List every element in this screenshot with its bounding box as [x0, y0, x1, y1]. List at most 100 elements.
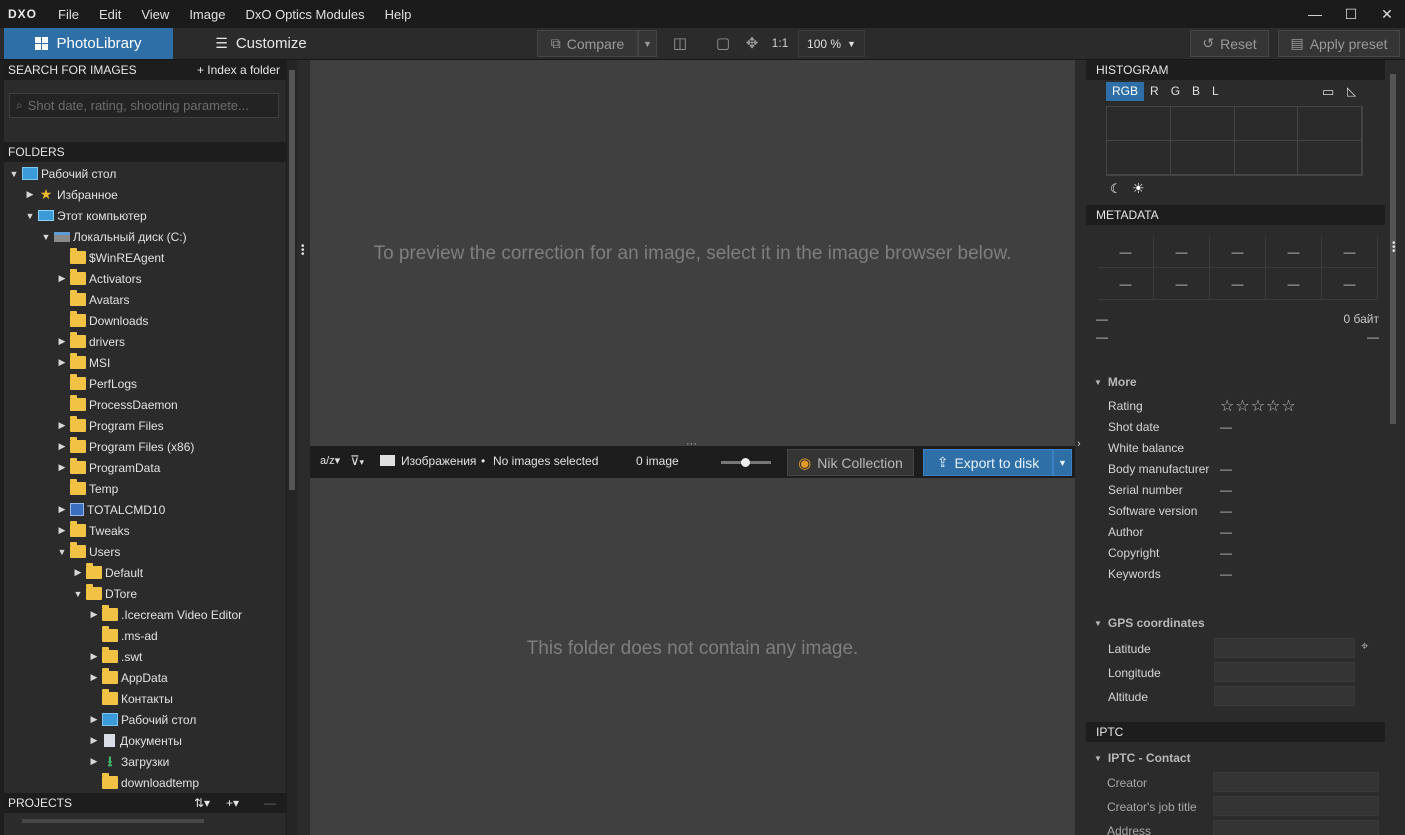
expand-arrow-icon[interactable]: ▼ — [8, 169, 20, 179]
menu-view[interactable]: View — [131, 0, 179, 28]
collapse-arrow-icon[interactable]: ▶ — [72, 567, 84, 578]
collapse-arrow-icon[interactable]: ▶ — [56, 336, 68, 347]
collapse-arrow-icon[interactable]: ▶ — [56, 273, 68, 284]
rating-stars[interactable]: ☆☆☆☆☆ — [1220, 396, 1297, 416]
move-icon[interactable]: ✥ — [741, 32, 763, 54]
collapse-arrow-icon[interactable]: ▶ — [88, 756, 100, 767]
compare-dropdown-button[interactable]: ▼ — [638, 30, 657, 57]
minimize-button[interactable]: — — [1297, 0, 1333, 28]
reset-button[interactable]: ↺ Reset — [1190, 30, 1269, 57]
address-field[interactable] — [1213, 820, 1379, 835]
hist-tab-g[interactable]: G — [1165, 82, 1186, 101]
folder-tree-scrollbar[interactable] — [287, 60, 297, 835]
hist-tab-rgb[interactable]: RGB — [1106, 82, 1145, 101]
collapse-arrow-icon[interactable]: ▶ — [56, 504, 68, 515]
tree-item[interactable]: ▶ Default — [4, 562, 286, 583]
horizontal-scrollbar[interactable] — [4, 813, 286, 829]
expand-arrow-icon[interactable]: ▼ — [72, 589, 84, 599]
tree-item[interactable]: ▶ Документы — [4, 730, 286, 751]
projects-add-button[interactable]: +▾ — [226, 793, 239, 813]
altitude-field[interactable] — [1214, 686, 1355, 706]
expand-arrow-icon[interactable]: ▼ — [24, 211, 36, 221]
slider-handle[interactable] — [741, 458, 750, 467]
collapse-arrow-icon[interactable]: ▶ — [56, 525, 68, 536]
tree-item[interactable]: downloadtemp — [4, 772, 286, 791]
longitude-field[interactable] — [1214, 662, 1355, 682]
expand-arrow-icon[interactable]: ▼ — [40, 232, 52, 242]
collapse-arrow-icon[interactable]: ▶ — [88, 735, 100, 746]
folder-tree[interactable]: ▼ Рабочий стол ▶ ★ Избранное ▼ Этот компьютер ▼… — [4, 163, 286, 791]
tree-item[interactable]: ▶ Program Files — [4, 415, 286, 436]
creator-field[interactable] — [1213, 772, 1379, 792]
image-browser[interactable]: This folder does not contain any image. — [310, 478, 1075, 835]
search-input[interactable]: ⌕ Shot date, rating, shooting paramete..… — [9, 93, 279, 118]
filter-button[interactable]: ⊽▾ — [350, 453, 364, 469]
hist-tab-r[interactable]: R — [1144, 82, 1165, 101]
tree-item[interactable]: .ms-ad — [4, 625, 286, 646]
tree-item[interactable]: ▶ .swt — [4, 646, 286, 667]
export-dropdown-button[interactable]: ▼ — [1053, 449, 1072, 476]
tree-item[interactable]: ▶ ★ Избранное — [4, 184, 286, 205]
projects-remove-button[interactable]: — — [264, 793, 276, 813]
tree-item[interactable]: ▶ TOTALCMD10 — [4, 499, 286, 520]
tree-item[interactable]: ▶ Tweaks — [4, 520, 286, 541]
tree-item[interactable]: ▼ DTore — [4, 583, 286, 604]
gps-section-toggle[interactable]: ▼ GPS coordinates — [1094, 616, 1205, 630]
export-to-disk-button[interactable]: ⇪ Export to disk — [923, 449, 1053, 476]
menu-file[interactable]: File — [48, 0, 89, 28]
tree-item[interactable]: ▶ AppData — [4, 667, 286, 688]
image-viewer[interactable]: To preview the correction for an image, … — [310, 60, 1075, 446]
collapse-arrow-icon[interactable]: ▶ — [56, 420, 68, 431]
split-view-icon[interactable]: ◫ — [669, 32, 691, 54]
tab-photolibrary[interactable]: PhotoLibrary — [4, 28, 173, 59]
tree-item[interactable]: ▶ MSI — [4, 352, 286, 373]
hist-tab-l[interactable]: L — [1206, 82, 1225, 101]
nik-collection-button[interactable]: ◉ Nik Collection — [787, 449, 914, 476]
tree-item[interactable]: ▼ Локальный диск (C:) — [4, 226, 286, 247]
tree-item[interactable]: ▶ Рабочий стол — [4, 709, 286, 730]
map-pin-icon[interactable]: ⌖ — [1361, 638, 1368, 654]
creator-job-title-field[interactable] — [1213, 796, 1379, 816]
menu-optics-modules[interactable]: DxO Optics Modules — [235, 0, 374, 28]
tree-item[interactable]: Temp — [4, 478, 286, 499]
close-button[interactable]: ✕ — [1369, 0, 1405, 28]
tree-item[interactable]: ▶ Program Files (x86) — [4, 436, 286, 457]
collapse-right-panel-icon[interactable]: › — [1077, 438, 1081, 450]
collapse-arrow-icon[interactable]: ▶ — [56, 462, 68, 473]
tree-item[interactable]: Контакты — [4, 688, 286, 709]
menu-help[interactable]: Help — [375, 0, 422, 28]
highlight-clipping-icon[interactable]: ☀ — [1132, 180, 1145, 197]
tree-item[interactable]: $WinREAgent — [4, 247, 286, 268]
zoom-1to1-button[interactable]: 1:1 — [768, 32, 792, 54]
monitor-icon[interactable]: ▭ — [1322, 84, 1334, 100]
collapse-arrow-icon[interactable]: ▶ — [88, 609, 100, 620]
right-panel-scrollbar[interactable]: • • • — [1385, 60, 1405, 835]
resize-handle-icon[interactable]: ··· — [686, 438, 697, 450]
zoom-select[interactable]: 100 % ▼ — [798, 30, 865, 57]
iptc-contact-toggle[interactable]: ▼ IPTC - Contact — [1094, 751, 1191, 765]
tree-item[interactable]: ▶ ⭳ Загрузки — [4, 751, 286, 772]
fit-screen-icon[interactable]: ▢ — [712, 32, 734, 54]
tree-item[interactable]: ▼ Users — [4, 541, 286, 562]
collapse-arrow-icon[interactable]: ▶ — [56, 357, 68, 368]
tree-item[interactable]: ▶ Activators — [4, 268, 286, 289]
tab-customize[interactable]: ☰ Customize — [173, 28, 349, 59]
tree-item[interactable]: ▼ Этот компьютер — [4, 205, 286, 226]
gamut-warning-icon[interactable]: ◺ — [1347, 84, 1356, 98]
collapse-arrow-icon[interactable]: ▶ — [88, 714, 100, 725]
compare-button[interactable]: ⧉ Compare — [537, 30, 638, 57]
tree-item[interactable]: ▶ .Icecream Video Editor — [4, 604, 286, 625]
collapse-arrow-icon[interactable]: ▶ — [88, 672, 100, 683]
tree-item[interactable]: ▶ drivers — [4, 331, 286, 352]
collapse-arrow-icon[interactable]: ▶ — [24, 189, 36, 200]
menu-edit[interactable]: Edit — [89, 0, 131, 28]
more-section-toggle[interactable]: ▼ More — [1094, 375, 1137, 389]
scrollbar-thumb[interactable] — [289, 70, 295, 490]
tree-item[interactable]: PerfLogs — [4, 373, 286, 394]
tree-item[interactable]: Avatars — [4, 289, 286, 310]
panel-divider[interactable]: • • • — [297, 60, 310, 835]
right-panel-gutter[interactable]: › — [1075, 60, 1086, 835]
hist-tab-b[interactable]: B — [1186, 82, 1206, 101]
scrollbar-thumb[interactable] — [22, 819, 204, 823]
projects-sort-button[interactable]: ⇅▾ — [194, 793, 210, 813]
